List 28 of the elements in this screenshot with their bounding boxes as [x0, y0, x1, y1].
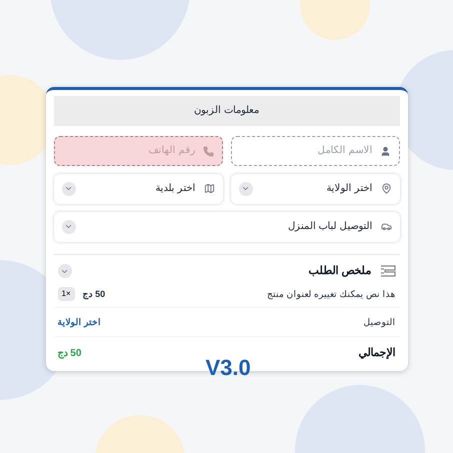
delivery-value[interactable]: اختر الولاية	[58, 316, 102, 330]
chevron-icon[interactable]	[62, 220, 76, 234]
input-field[interactable]: رقم الهاتف	[54, 136, 222, 166]
select-value: اختر بلدية	[154, 182, 196, 196]
version-label: V3.0	[206, 357, 251, 380]
chevron-icon[interactable]	[58, 264, 72, 278]
quantity-badge: 1×	[58, 287, 75, 302]
map-pin-icon	[380, 183, 392, 194]
product-price: 50 دج	[82, 288, 106, 301]
select-field[interactable]: اختر بلدية	[54, 174, 222, 204]
select-field[interactable]: اختر الولاية	[230, 174, 400, 204]
chevron-icon[interactable]	[62, 182, 76, 196]
summary-title: ملخص الطلب	[307, 264, 372, 279]
map-icon	[204, 183, 214, 194]
chevron-icon[interactable]	[238, 182, 252, 196]
select-field[interactable]: التوصيل لباب المنزل	[54, 212, 400, 242]
select-value: التوصيل لباب المنزل	[286, 220, 372, 234]
person-icon	[380, 146, 390, 157]
input-field[interactable]: الاسم الكامل	[230, 136, 400, 166]
phone-icon	[202, 146, 214, 157]
logo-icon	[380, 265, 396, 277]
total-value: 50 دج	[58, 346, 82, 360]
total-label: الإجمالي	[358, 346, 396, 361]
section-title: معلومات الزبون	[194, 104, 259, 118]
product-name: هذا نص يمكنك تغييره لعنوان منتج	[266, 288, 396, 301]
car-icon	[380, 221, 392, 232]
select-value: اختر الولاية	[326, 182, 372, 196]
delivery-label: التوصيل	[362, 316, 396, 330]
